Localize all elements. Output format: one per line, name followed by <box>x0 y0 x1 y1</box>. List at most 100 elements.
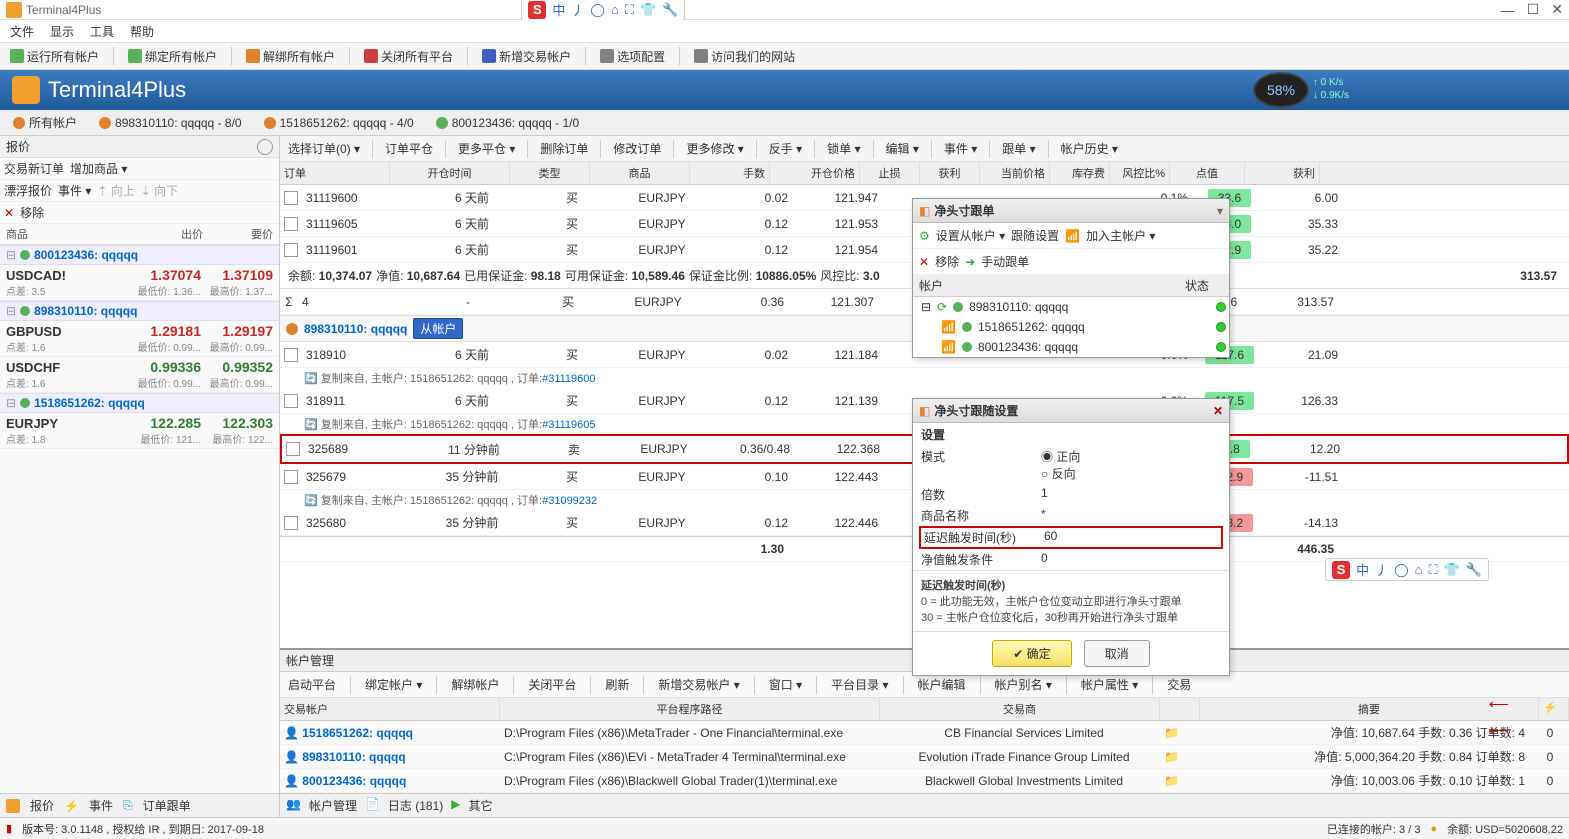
checkbox[interactable] <box>286 442 300 456</box>
checkbox[interactable] <box>284 348 298 362</box>
dialog-header[interactable]: ◧ 净头寸跟随设置 ✕ <box>913 399 1229 423</box>
order-tool-button[interactable]: 更多修改 ▾ <box>682 138 747 159</box>
column-header[interactable]: 获利 <box>1245 162 1320 184</box>
cancel-button[interactable]: 取消 <box>1084 640 1150 667</box>
checkbox[interactable] <box>284 243 298 257</box>
tab-log[interactable]: 日志 (181) <box>388 797 443 814</box>
symbol-row[interactable]: EURJPY122.285122.303点差: 1.8最低价: 121...最高… <box>0 413 279 449</box>
toolbar-button[interactable]: 运行所有帐户 <box>6 46 103 67</box>
delay-value[interactable]: 60 <box>1044 529 1057 546</box>
column-header[interactable]: 订单 <box>280 162 390 184</box>
account-tool-button[interactable]: 帐户属性 ▾ <box>1077 674 1142 695</box>
checkbox[interactable] <box>284 470 298 484</box>
tab-events[interactable]: 事件 <box>89 797 113 814</box>
close-button[interactable]: ✕ <box>1551 1 1563 18</box>
toolbar-button[interactable]: 解绑所有帐户 <box>242 46 339 67</box>
equity-value[interactable]: 0 <box>1041 551 1048 568</box>
order-tool-button[interactable]: 跟单 ▾ <box>998 138 1039 159</box>
account-tool-button[interactable]: 帐户编辑 <box>914 674 970 695</box>
account-tool-button[interactable]: 绑定帐户 ▾ <box>361 674 426 695</box>
toolbar-button[interactable]: 关闭所有平台 <box>360 46 457 67</box>
add-master-button[interactable]: 加入主帐户 ▾ <box>1086 227 1155 244</box>
toolbar-button[interactable]: 选项配置 <box>596 46 669 67</box>
remove-button[interactable]: 移除 <box>20 204 44 221</box>
account-row[interactable]: 👤 1518651262: qqqqqD:\Program Files (x86… <box>280 721 1569 745</box>
plus-icon[interactable] <box>6 799 20 813</box>
multiplier-value[interactable]: 1 <box>1041 486 1048 503</box>
account-tool-button[interactable]: 关闭平台 <box>524 674 580 695</box>
checkbox[interactable] <box>284 394 298 408</box>
toolbar-button[interactable]: 访问我们的网站 <box>690 46 799 67</box>
menu-tools[interactable]: 工具 <box>90 23 114 40</box>
maximize-button[interactable]: ☐ <box>1527 1 1540 18</box>
order-tool-button[interactable]: 锁单 ▾ <box>823 138 864 159</box>
minimize-button[interactable]: — <box>1501 2 1515 18</box>
account-tab[interactable]: 800123436: qqqqq - 1/0 <box>427 113 588 133</box>
move-down-button[interactable]: ⇣ 向下 <box>141 182 178 199</box>
ime-bar[interactable]: S 中 丿 ◯ ⌂ ⛶ 👕 🔧 <box>521 0 685 21</box>
float-quote-button[interactable]: 漂浮报价 <box>4 182 52 199</box>
order-tool-button[interactable]: 更多平仓 ▾ <box>454 138 519 159</box>
order-tool-button[interactable]: 选择订单(0) ▾ <box>284 138 364 159</box>
menu-view[interactable]: 显示 <box>50 23 74 40</box>
column-header[interactable]: 开仓价格 <box>770 162 860 184</box>
order-tool-button[interactable]: 修改订单 <box>609 138 665 159</box>
symbol-row[interactable]: USDCAD!1.370741.37109点差: 3.5最低价: 1.36...… <box>0 265 279 301</box>
manual-follow-button[interactable]: 手动跟单 <box>981 253 1029 270</box>
account-tool-button[interactable]: 窗口 ▾ <box>765 674 806 695</box>
account-tab[interactable]: 1518651262: qqqqq - 4/0 <box>255 113 423 133</box>
account-header[interactable]: ⊟898310110: qqqqq <box>0 301 279 321</box>
tab-quotes[interactable]: 报价 <box>30 797 54 814</box>
follow-settings-button[interactable]: 跟随设置 <box>1011 227 1059 244</box>
tree-node[interactable]: ⊟⟳898310110: qqqqq <box>913 297 1229 317</box>
order-tool-button[interactable]: 反手 ▾ <box>765 138 806 159</box>
account-tool-button[interactable]: 解绑帐户 <box>447 674 503 695</box>
move-up-button[interactable]: ⇡ 向上 <box>97 182 134 199</box>
account-tool-button[interactable]: 帐户别名 ▾ <box>991 674 1056 695</box>
checkbox[interactable] <box>284 217 298 231</box>
column-header[interactable]: 点值 <box>1170 162 1245 184</box>
column-header[interactable]: 获利 <box>920 162 980 184</box>
tree-node[interactable]: 📶1518651262: qqqqq <box>913 317 1229 337</box>
ok-button[interactable]: ✔ 确定 <box>992 640 1071 667</box>
new-order-button[interactable]: 交易新订单 <box>4 160 64 177</box>
toolbar-button[interactable]: 绑定所有帐户 <box>124 46 221 67</box>
account-header[interactable]: ⊟1518651262: qqqqq <box>0 393 279 413</box>
symbol-row[interactable]: USDCHF0.993360.99352点差: 1.6最低价: 0.99...最… <box>0 357 279 393</box>
checkbox[interactable] <box>284 191 298 205</box>
add-symbol-button[interactable]: 增加商品 ▾ <box>70 160 127 177</box>
account-tool-button[interactable]: 交易 <box>1163 674 1195 695</box>
account-row[interactable]: 👤 898310110: qqqqqC:\Program Files (x86)… <box>280 745 1569 769</box>
order-tool-button[interactable]: 帐户历史 ▾ <box>1057 138 1122 159</box>
account-tool-button[interactable]: 平台目录 ▾ <box>827 674 892 695</box>
account-tool-button[interactable]: 刷新 <box>601 674 633 695</box>
symbol-value[interactable]: * <box>1041 507 1046 524</box>
column-header[interactable]: 商品 <box>590 162 690 184</box>
order-tool-button[interactable]: 事件 ▾ <box>940 138 981 159</box>
tab-other[interactable]: 其它 <box>469 797 493 814</box>
column-header[interactable]: 类型 <box>510 162 590 184</box>
dropdown-icon[interactable]: ▾ <box>1217 204 1223 218</box>
set-from-account-button[interactable]: 设置从帐户 ▾ <box>936 227 1005 244</box>
menu-help[interactable]: 帮助 <box>130 23 154 40</box>
column-header[interactable]: 当前价格 <box>980 162 1050 184</box>
tab-account-manage[interactable]: 帐户管理 <box>309 797 357 814</box>
column-header[interactable]: 开仓时间 <box>390 162 510 184</box>
account-tab[interactable]: 898310110: qqqqq - 8/0 <box>90 113 251 133</box>
account-row[interactable]: 👤 800123436: qqqqqD:\Program Files (x86)… <box>280 769 1569 793</box>
radio-reverse[interactable]: ○ 反向 <box>1041 467 1076 481</box>
panel-header[interactable]: ◧ 净头寸跟单 ▾ <box>913 199 1229 223</box>
account-header[interactable]: ⊟800123436: qqqqq <box>0 245 279 265</box>
ime-bar-2[interactable]: S 中 丿 ◯ ⌂ ⛶ 👕 🔧 <box>1325 558 1489 581</box>
radio-forward[interactable]: ◉ 正向 <box>1041 450 1080 464</box>
search-icon[interactable] <box>257 139 273 155</box>
column-header[interactable]: 库存费 <box>1050 162 1110 184</box>
account-tool-button[interactable]: 新增交易帐户 ▾ <box>654 674 743 695</box>
tab-all-accounts[interactable]: 所有帐户 <box>4 111 86 134</box>
account-tool-button[interactable]: 启动平台 <box>284 674 340 695</box>
toolbar-button[interactable]: 新增交易帐户 <box>478 46 575 67</box>
close-icon[interactable]: ✕ <box>1213 404 1223 418</box>
remove-button[interactable]: 移除 <box>935 253 959 270</box>
order-tool-button[interactable]: 删除订单 <box>536 138 592 159</box>
menu-file[interactable]: 文件 <box>10 23 34 40</box>
